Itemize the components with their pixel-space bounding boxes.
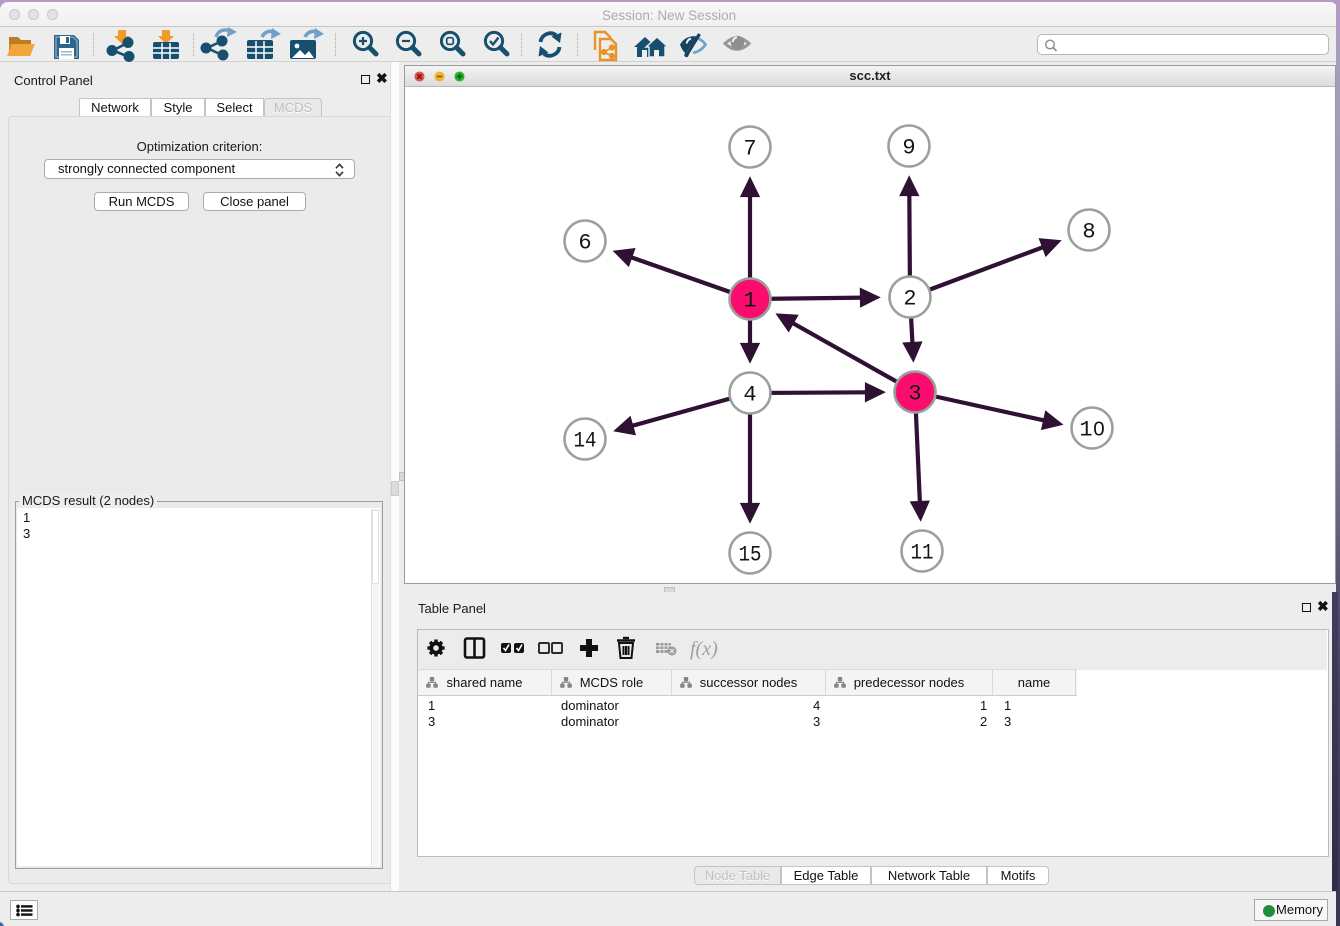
svg-text:3: 3 xyxy=(908,382,921,407)
svg-text:15: 15 xyxy=(739,543,762,568)
svg-text:1: 1 xyxy=(1079,418,1092,443)
svg-text:11: 11 xyxy=(911,541,934,566)
svg-text:0: 0 xyxy=(1093,418,1104,441)
svg-text:4: 4 xyxy=(743,383,756,408)
svg-text:f(x): f(x) xyxy=(690,638,718,660)
svg-text:9: 9 xyxy=(902,136,915,161)
svg-text:6: 6 xyxy=(578,231,591,256)
svg-text:1: 1 xyxy=(743,289,756,314)
svg-text:2: 2 xyxy=(903,287,916,312)
svg-text:7: 7 xyxy=(743,137,756,162)
svg-text:8: 8 xyxy=(1082,220,1095,245)
svg-text:14: 14 xyxy=(574,429,597,454)
